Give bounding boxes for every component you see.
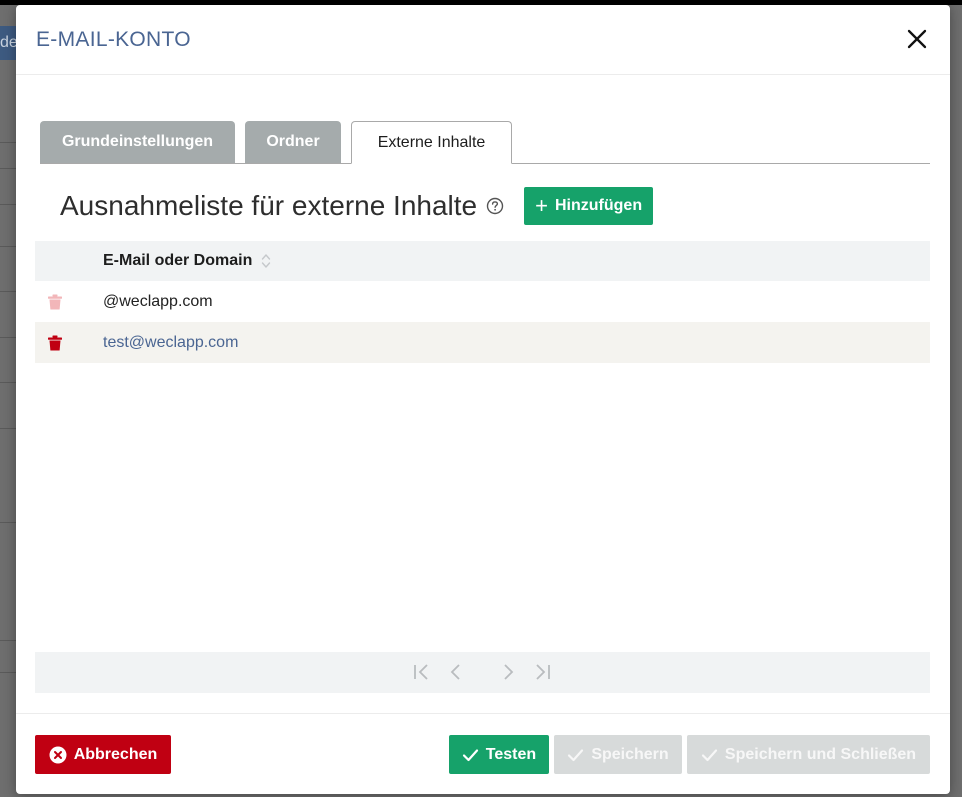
- save-button[interactable]: Speichern: [554, 735, 682, 774]
- background-divider: [0, 246, 16, 247]
- check-icon: [701, 748, 718, 762]
- first-page-button[interactable]: [412, 663, 432, 681]
- pagination-bar: [35, 652, 930, 693]
- exception-table: E-Mail oder Domain @weclapp.com test@wec…: [35, 241, 930, 363]
- dialog-footer: Abbrechen Testen Speichern Speichern und…: [16, 713, 950, 794]
- tab-ordner[interactable]: Ordner: [245, 121, 341, 163]
- background-divider: [0, 428, 16, 429]
- delete-button[interactable]: [46, 334, 64, 352]
- tab-label: Grundeinstellungen: [61, 133, 214, 150]
- background-divider: [0, 382, 16, 383]
- dialog-title: E-MAIL-KONTO: [36, 27, 191, 51]
- test-button-label: Testen: [485, 745, 537, 763]
- tab-label: Ordner: [266, 133, 320, 150]
- background-divider: [0, 672, 16, 673]
- email-domain-cell[interactable]: test@weclapp.com: [103, 334, 238, 352]
- last-page-button[interactable]: [533, 663, 553, 681]
- previous-page-button[interactable]: [449, 663, 463, 681]
- background-divider: [0, 142, 16, 143]
- cancel-button-label: Abbrechen: [73, 745, 158, 763]
- section-title: Ausnahmeliste für externe Inhalte: [60, 190, 478, 221]
- close-button[interactable]: [906, 28, 930, 52]
- last-page-icon: [536, 664, 550, 680]
- background-divider: [0, 640, 16, 641]
- tab-bar: Grundeinstellungen Ordner Externe Inhalt…: [40, 121, 930, 164]
- check-icon: [567, 748, 584, 762]
- table-row: test@weclapp.com: [35, 322, 930, 363]
- table-header: E-Mail oder Domain: [35, 241, 930, 281]
- previous-page-icon: [450, 664, 460, 680]
- tab-grundeinstellungen[interactable]: Grundeinstellungen: [40, 121, 235, 163]
- sort-icon[interactable]: [261, 252, 271, 270]
- help-circle-icon[interactable]: [486, 197, 504, 215]
- check-icon: [462, 748, 479, 762]
- trash-icon: [48, 335, 62, 350]
- background-button-fragment: de: [0, 26, 16, 60]
- column-header-email-domain[interactable]: E-Mail oder Domain: [103, 252, 252, 270]
- email-account-dialog: E-MAIL-KONTO Grundeinstellungen Ordner E…: [16, 5, 950, 794]
- close-icon: [907, 29, 927, 48]
- cancel-button[interactable]: Abbrechen: [35, 735, 171, 774]
- background-divider: [0, 337, 16, 338]
- trash-icon: [48, 294, 62, 309]
- delete-button[interactable]: [46, 293, 64, 311]
- cancel-circle-icon: [49, 746, 67, 764]
- next-page-icon: [504, 664, 514, 680]
- tab-label: Externe Inhalte: [377, 133, 486, 151]
- add-button[interactable]: + Hinzufügen: [524, 187, 654, 225]
- dialog-header: E-MAIL-KONTO: [16, 5, 950, 75]
- add-button-label: Hinzufügen: [555, 197, 643, 214]
- next-page-button[interactable]: [501, 663, 515, 681]
- first-page-icon: [414, 664, 428, 680]
- save-and-close-button-label: Speichern und Schließen: [724, 745, 917, 763]
- background-divider: [0, 204, 16, 205]
- background-divider: [0, 291, 16, 292]
- save-button-label: Speichern: [591, 745, 669, 763]
- background-divider: [0, 168, 16, 169]
- test-button[interactable]: Testen: [449, 735, 549, 774]
- table-row: @weclapp.com: [35, 281, 930, 322]
- plus-icon: +: [535, 193, 548, 218]
- section-header: Ausnahmeliste für externe Inhalte + Hinz…: [60, 187, 654, 225]
- save-and-close-button[interactable]: Speichern und Schließen: [687, 735, 930, 774]
- tab-externe-inhalte[interactable]: Externe Inhalte: [351, 121, 512, 164]
- email-domain-cell: @weclapp.com: [103, 292, 213, 310]
- background-divider: [0, 522, 16, 523]
